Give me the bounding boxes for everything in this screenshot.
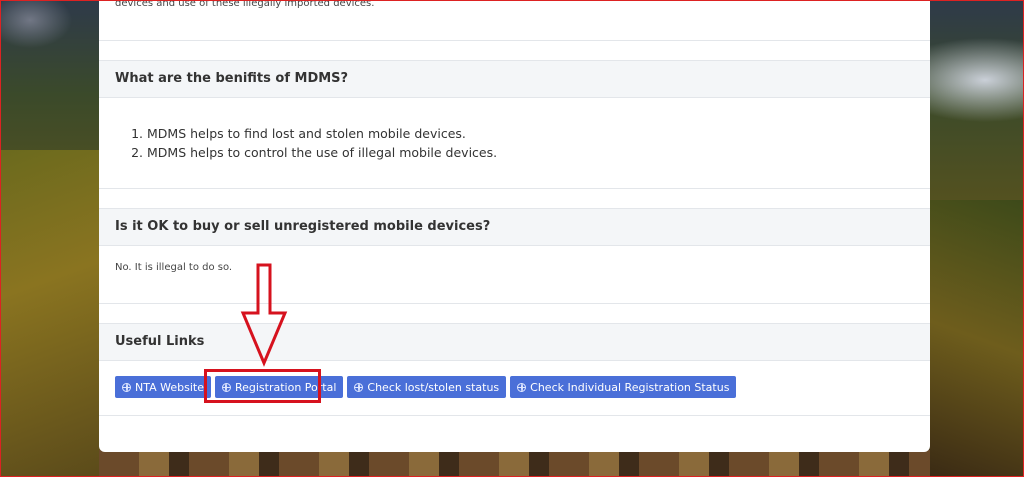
globe-icon — [122, 382, 131, 392]
divider — [99, 40, 930, 41]
list-item: MDMS helps to find lost and stolen mobil… — [147, 124, 497, 143]
faq-question-2: Is it OK to buy or sell unregistered mob… — [99, 208, 930, 246]
faq-question-2-title: Is it OK to buy or sell unregistered mob… — [115, 219, 491, 234]
list-item: MDMS helps to control the use of illegal… — [147, 143, 497, 162]
globe-icon — [354, 382, 364, 392]
divider — [99, 188, 930, 189]
useful-links-header: Useful Links — [99, 323, 930, 361]
button-label: Check lost/stolen status — [367, 380, 500, 394]
button-label: NTA Website — [135, 380, 204, 394]
divider — [99, 415, 930, 416]
useful-links-buttons: NTA Website Registration Portal Check lo… — [115, 376, 737, 398]
background-village — [99, 450, 930, 477]
globe-icon — [517, 382, 527, 392]
nta-website-button[interactable]: NTA Website — [115, 376, 211, 398]
faq-answer-1-list: MDMS helps to find lost and stolen mobil… — [129, 124, 497, 162]
faq-question-1: What are the benifits of MDMS? — [99, 60, 930, 98]
globe-icon — [221, 382, 231, 392]
faq-answer-2: No. It is illegal to do so. — [115, 262, 233, 273]
registration-portal-button[interactable]: Registration Portal — [214, 376, 344, 398]
background-hill-right — [929, 200, 1024, 477]
faq-card: devices and use of these illegally impor… — [99, 0, 930, 452]
check-lost-stolen-button[interactable]: Check lost/stolen status — [347, 376, 507, 398]
check-individual-registration-button[interactable]: Check Individual Registration Status — [510, 376, 737, 398]
faq-question-1-title: What are the benifits of MDMS? — [115, 71, 349, 86]
button-label: Check Individual Registration Status — [530, 380, 730, 394]
annotation-arrow-icon — [240, 263, 288, 367]
intro-text: devices and use of these illegally impor… — [115, 0, 375, 9]
button-label: Registration Portal — [234, 380, 337, 394]
useful-links-title: Useful Links — [115, 334, 205, 349]
divider — [99, 303, 930, 304]
background-hill-left — [0, 150, 110, 477]
